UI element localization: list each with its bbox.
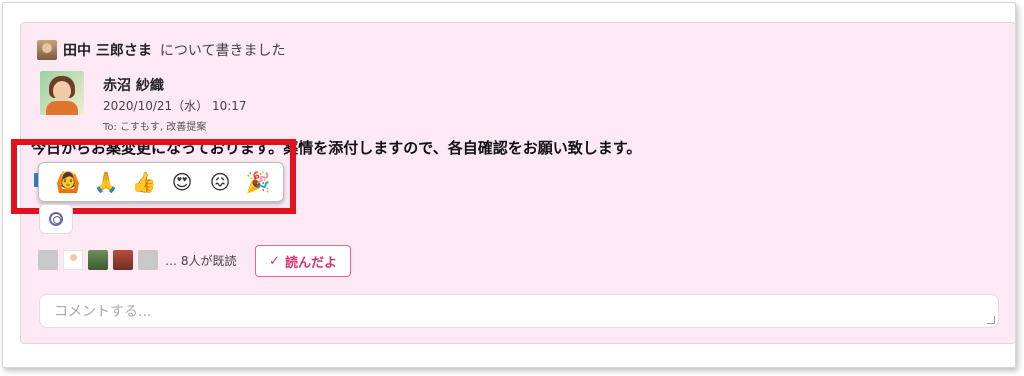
- heart-eyes-icon[interactable]: 😍: [163, 167, 201, 197]
- comment-box: [39, 294, 999, 328]
- author-name[interactable]: 赤沼 紗織: [103, 75, 164, 95]
- post-timestamp: 2020/10/21（水） 10:17: [103, 99, 247, 113]
- author-avatar[interactable]: [40, 71, 84, 115]
- read-count-text[interactable]: … 8人が既読: [165, 252, 236, 269]
- reader-avatar[interactable]: [138, 250, 158, 270]
- thumbs-up-icon[interactable]: 👍: [125, 167, 163, 197]
- reader-avatar[interactable]: [88, 250, 108, 270]
- party-popper-icon[interactable]: 🎉: [239, 167, 277, 197]
- read-button-label: 読んだよ: [284, 255, 337, 271]
- confounded-face-icon[interactable]: 😖: [201, 167, 239, 197]
- reaction-palette: 🙆 🙏 👍 😍 😖 🎉: [38, 162, 284, 202]
- ok-gesture-icon[interactable]: 🙆: [49, 167, 87, 197]
- post-card: 田中 三郎さま について書きました 赤沼 紗織 2020/10/21（水） 10…: [11, 22, 1016, 344]
- read-acknowledge-button[interactable]: ✓ 読んだよ: [255, 245, 351, 277]
- reader-list: … 8人が既読: [38, 250, 236, 270]
- resize-grip-icon[interactable]: [987, 316, 995, 324]
- reaction-ring-icon: [49, 212, 63, 226]
- reader-avatar[interactable]: [38, 250, 58, 270]
- subject-name-link[interactable]: 田中 三郎さま: [63, 40, 152, 60]
- subject-avatar: [37, 40, 57, 60]
- post-recipients: To: こすもす, 改善提案: [103, 122, 207, 133]
- post-body-text: 今日からお薬変更になっております。薬情を添付しますので、各自確認をお願い致します…: [31, 139, 642, 157]
- comment-input[interactable]: [40, 295, 998, 327]
- about-suffix-text: について書きました: [159, 43, 286, 59]
- add-reaction-button[interactable]: [39, 204, 73, 234]
- post-about-line: 田中 三郎さま について書きました: [37, 40, 285, 60]
- check-icon: ✓: [269, 253, 280, 269]
- praying-hands-icon[interactable]: 🙏: [87, 167, 125, 197]
- reader-avatar[interactable]: [113, 250, 133, 270]
- reader-avatar[interactable]: [63, 250, 83, 270]
